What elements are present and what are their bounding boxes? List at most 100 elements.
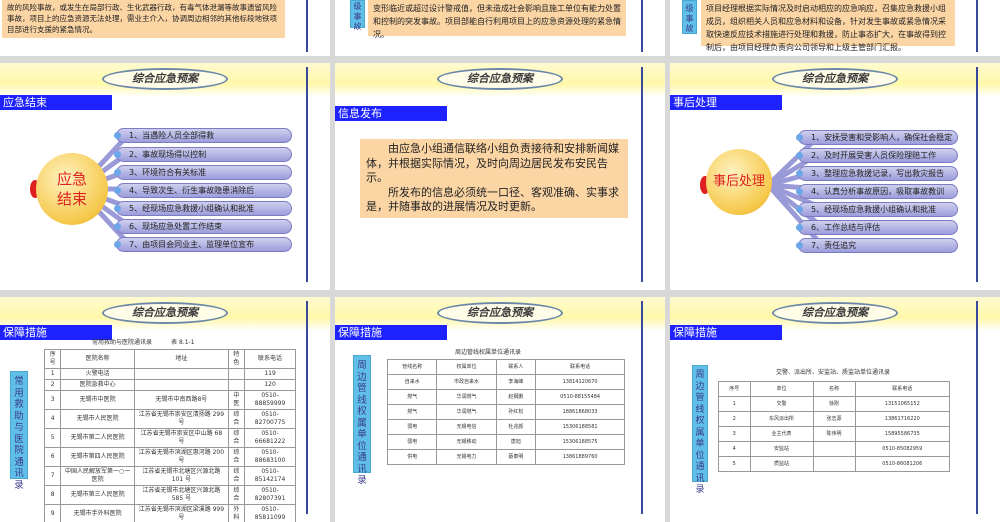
info-paragraph-1: 由应急小组通信联络小组负责接待和安排新闻媒体，并根据实际情况，及时向周边居民发布… — [366, 142, 619, 184]
event-description-box: 项目经理根据实际情况及时启动相应的应急响应，召集应急救援小组成员，组织相关人员和… — [701, 0, 955, 52]
table-header-cell: 权属单位 — [436, 359, 497, 375]
table-cell: 5 — [43, 428, 62, 448]
banner-title: 综合应急预案 — [772, 302, 898, 324]
table-header-cell: 管线名称 — [386, 359, 438, 375]
slide-title: 信息发布 — [335, 106, 447, 121]
table-cell: 1 — [718, 396, 751, 412]
end-condition-2: 2、事故现场得以控制 — [114, 147, 292, 162]
table-cell: 自来水 — [386, 374, 438, 390]
table-header-cell: 医院名称 — [60, 349, 136, 369]
table-cell: 13814120670 — [535, 374, 625, 390]
slide-aftermath: 综合应急预案 事后处理 事后处理 1、安抚受害和受影响人，确保社会稳定 2、及时… — [670, 63, 1000, 290]
event-level-label: 级 事 故 — [682, 0, 697, 34]
end-condition-6: 6、现场应急处置工作结束 — [114, 219, 292, 234]
table-cell: 火警电话 — [60, 368, 136, 380]
table-cell: 无锡市人民医院 — [60, 409, 136, 429]
banner-title: 综合应急预案 — [437, 302, 563, 324]
table-row: 燃气 华润燃气 孙红松 18861868033 — [386, 404, 625, 420]
table-cell — [134, 368, 229, 380]
table-header-row: 管线名称 权属单位 联系人 联系电话 — [386, 359, 625, 375]
banner-title: 综合应急预案 — [437, 68, 563, 90]
info-paragraph-2: 所发布的信息必须统一口径、客观准确、实事求是，并随事故的进展情况及时更新。 — [366, 185, 619, 214]
slide-divider — [641, 301, 643, 514]
table-cell: 0510-88859999 — [244, 390, 296, 410]
slide-top-right: 级 事 故 项目经理根据实际情况及时启动相应的应急响应，召集应急救援小组成员，组… — [670, 0, 1000, 56]
table-cell: 9 — [43, 504, 62, 522]
table-cell: 张志源 — [812, 411, 856, 427]
table-cell: 无锡电信 — [436, 419, 497, 435]
table-cell: 江苏省无锡市崇安区清扬路 299 号 — [134, 409, 229, 429]
slide-divider — [641, 67, 643, 282]
table-cell: 供电 — [386, 449, 438, 465]
table-cell: 5 — [718, 456, 751, 472]
table-cell: 综合 — [227, 466, 246, 486]
slide-title: 保障措施 — [335, 325, 447, 340]
diagram-center: 应急结束 — [36, 153, 108, 225]
table-caption: 常用救助与医院通讯录 表 8.1-1 — [92, 339, 195, 346]
table-cell: 业主代表 — [749, 426, 814, 442]
slide-police-contacts: 综合应急预案 保障措施 周边管线权属单位通讯录 交警、派出所、安监站、质监站单位… — [670, 297, 1000, 522]
table-cell: 安监站 — [749, 441, 814, 457]
table-cell: 无锡市第四人民医院 — [60, 447, 136, 467]
table-row: 6 无锡市第四人民医院 江苏省无锡市滨湖区惠河路 200号 综合 0510-886831… — [43, 447, 296, 467]
table-vertical-label: 周边管线权属单位通讯录 — [692, 365, 708, 495]
table-cell: 119 — [244, 368, 296, 380]
table-header-cell: 单位 — [749, 381, 814, 397]
table-cell: 6 — [43, 447, 62, 467]
end-condition-7: 7、由项目会同业主、监理单位宣布 — [114, 237, 292, 252]
table-row: 弱电 无锡电信 杜兆颜 15306188581 — [386, 419, 625, 435]
table-cell — [812, 456, 856, 472]
table-cell — [227, 368, 246, 380]
slide-divider — [306, 67, 308, 282]
table-row: 燃气 华润燃气 赵钢鹏 0510-88155484 — [386, 389, 625, 405]
banner-title: 综合应急预案 — [102, 68, 228, 90]
slide-hospital-contacts: 综合应急预案 保障措施 常用救助与医院通讯录 常用救助与医院通讯录 表 8.1-… — [0, 297, 330, 522]
table-cell: 中国人民解放军第一○一医院 — [60, 466, 136, 486]
table-cell: 杜兆颜 — [495, 419, 537, 435]
slide-title: 事后处理 — [670, 95, 782, 110]
table-cell: 0510-85811099 — [244, 504, 296, 522]
aftermath-item-1: 1、安抚受害和受影响人，确保社会稳定 — [796, 130, 958, 145]
police-table: 序号 单位 名称 联系电话 1 交警 徐刚 13151065152 2 东风派出所 张志源 1386… — [718, 381, 951, 472]
slide-title: 保障措施 — [670, 325, 782, 340]
slide-pipeline-contacts: 综合应急预案 保障措施 周边管线权属单位通讯录 周边管线权属单位通讯录 管线名称… — [335, 297, 665, 522]
table-cell: 市政自来水 — [436, 374, 497, 390]
event-level-label: 级 事 故 — [350, 0, 365, 31]
table-cell: 无锡市第三人民医院 — [60, 485, 136, 505]
table-cell: 无锡市第二人民医院 — [60, 428, 136, 448]
diagram-center: 事后处理 — [706, 149, 772, 215]
table-row: 3 无锡市中医院 无锡市中南西路8号 中医 0510-88859999 — [43, 390, 296, 410]
table-cell: 综合 — [227, 409, 246, 429]
table-header-cell: 序号 — [718, 381, 751, 397]
table-caption: 交警、派出所、安监站、质监站单位通讯录 — [776, 369, 891, 376]
aftermath-item-6: 6、工作总结与评估 — [796, 220, 958, 235]
slide-top-middle: 级 事 故 变形临近或超过设计警戒值，但未造成社会影响且施工单位有能力处置和控制… — [335, 0, 665, 56]
slide-title: 应急结束 — [0, 95, 112, 110]
table-row: 5 质监站 0510-86081206 — [718, 456, 951, 472]
table-cell: 江苏省无锡市滨湖区惠河路 200号 — [134, 447, 229, 467]
table-cell — [134, 379, 229, 391]
table-header-cell: 地址 — [134, 349, 229, 369]
table-cell: 综合 — [227, 485, 246, 505]
table-row: 7 中国人民解放军第一○一医院 江苏省无锡市北塘区兴源北路 101 号综合 0510-… — [43, 466, 296, 486]
table-cell: 赵钢鹏 — [495, 389, 537, 405]
hospital-table: 序号 医院名称 地址 特色 联系电话 1 火警电话 119 2 医院急救中心 120 3 无锡市中医院… — [43, 349, 296, 522]
event-description-box: 故的风险事故，或发生在局部行政、生化武器行政，有毒气体泄漏等故事遗留风险事故，项… — [2, 0, 285, 38]
table-row: 2 医院急救中心 120 — [43, 379, 296, 391]
table-cell: 2 — [718, 411, 751, 427]
table-cell: 江苏省无锡市崇安区中山路 68 号 — [134, 428, 229, 448]
table-header-cell: 序号 — [43, 349, 62, 369]
table-cell: 13151065152 — [854, 396, 951, 412]
table-cell: 江苏省无锡市北塘区兴源北路 101 号 — [134, 466, 229, 486]
table-cell: 0510-66681222 — [244, 428, 296, 448]
table-cell: 综合 — [227, 428, 246, 448]
table-header-cell: 联系人 — [495, 359, 537, 375]
table-cell: 1 — [43, 368, 62, 380]
table-cell: 4 — [718, 441, 751, 457]
table-cell: 0510-82807391 — [244, 485, 296, 505]
table-cell: 无锡电力 — [436, 449, 497, 465]
table-cell: 0510-88155484 — [535, 389, 625, 405]
slide-divider — [976, 0, 978, 52]
table-row: 2 东风派出所 张志源 13861716220 — [718, 411, 951, 427]
table-vertical-label: 周边管线权属单位通讯录 — [353, 355, 371, 486]
